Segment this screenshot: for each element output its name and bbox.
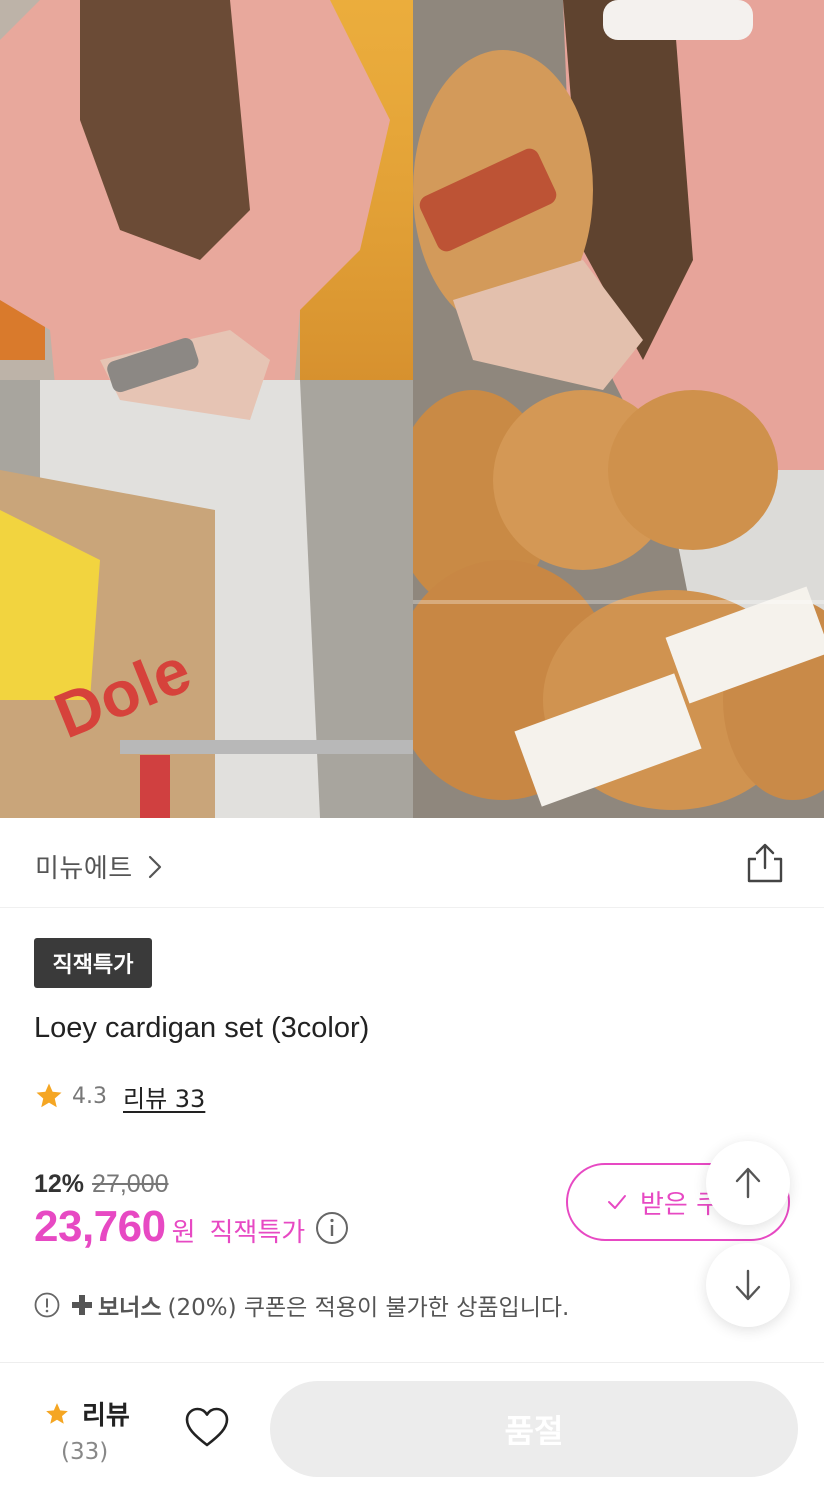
price-tag: 직잭특가 <box>209 1218 306 1248</box>
discount-row: 12% 27,000 <box>34 1166 169 1202</box>
review-tab-label: 리뷰 <box>82 1401 130 1431</box>
arrow-down-icon <box>735 1269 761 1301</box>
brand-link[interactable]: 미뉴에트 <box>35 848 165 885</box>
product-title: Loey cardigan set (3color) <box>34 1012 370 1044</box>
rating-value: 4.3 <box>72 1083 107 1109</box>
price-unit: 원 <box>171 1218 196 1248</box>
rating-row: 4.3 리뷰 33 <box>34 1078 205 1114</box>
bottom-action-bar: 리뷰 (33) 품절 <box>0 1362 824 1500</box>
notice-bonus-label: 보너스 <box>98 1295 162 1321</box>
plus-icon <box>72 1295 92 1315</box>
notice-text: (20%) 쿠폰은 적용이 불가한 상품입니다. <box>167 1295 570 1321</box>
coupon-notice: 보너스 (20%) 쿠폰은 적용이 불가한 상품입니다. <box>34 1288 569 1322</box>
review-tab-count: (33) <box>61 1439 109 1465</box>
discount-percent: 12% <box>34 1169 85 1198</box>
review-tab-button[interactable]: 리뷰 (33) <box>44 1391 144 1471</box>
sale-price: 23,760 <box>34 1202 166 1251</box>
product-photo-left: Dole <box>0 0 413 818</box>
heart-icon[interactable] <box>184 1405 230 1451</box>
alert-icon <box>34 1292 60 1318</box>
scroll-up-button[interactable] <box>706 1141 790 1225</box>
review-link[interactable]: 리뷰 33 <box>123 1079 205 1114</box>
star-icon <box>36 1083 62 1108</box>
arrow-up-icon <box>735 1167 761 1199</box>
price-row: 23,760 원 직잭특가 <box>34 1202 349 1254</box>
info-icon[interactable] <box>315 1211 349 1245</box>
original-price: 27,000 <box>92 1169 169 1198</box>
share-icon[interactable] <box>744 842 786 884</box>
soldout-button[interactable]: 품절 <box>270 1381 798 1477</box>
brand-row: 미뉴에트 <box>0 818 824 908</box>
check-icon <box>608 1195 626 1209</box>
special-price-badge: 직잭특가 <box>34 938 152 988</box>
product-photo-right <box>413 0 824 818</box>
scroll-down-button[interactable] <box>706 1243 790 1327</box>
chevron-right-icon <box>148 855 161 878</box>
star-icon <box>46 1403 68 1424</box>
product-image-gallery[interactable]: Dole <box>0 0 824 818</box>
brand-name: 미뉴에트 <box>35 854 133 884</box>
